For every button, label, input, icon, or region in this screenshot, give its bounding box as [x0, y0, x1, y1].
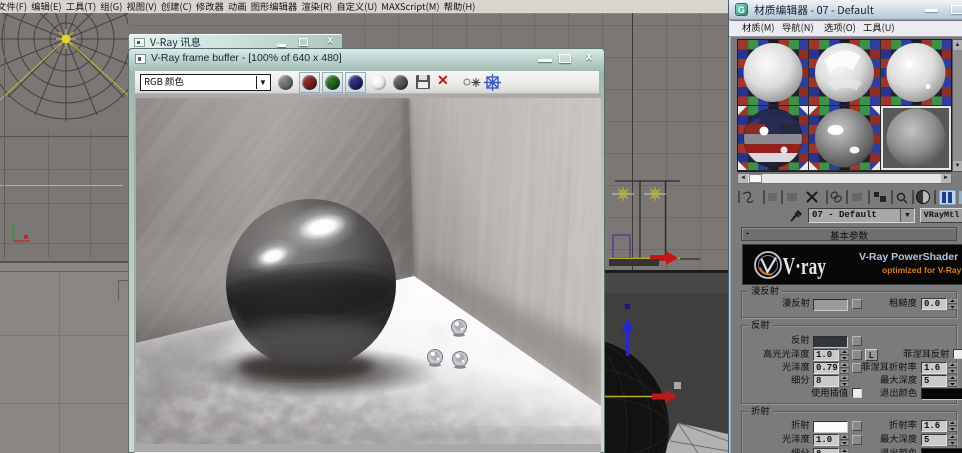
svg-text:V·ray: V·ray — [783, 252, 827, 280]
